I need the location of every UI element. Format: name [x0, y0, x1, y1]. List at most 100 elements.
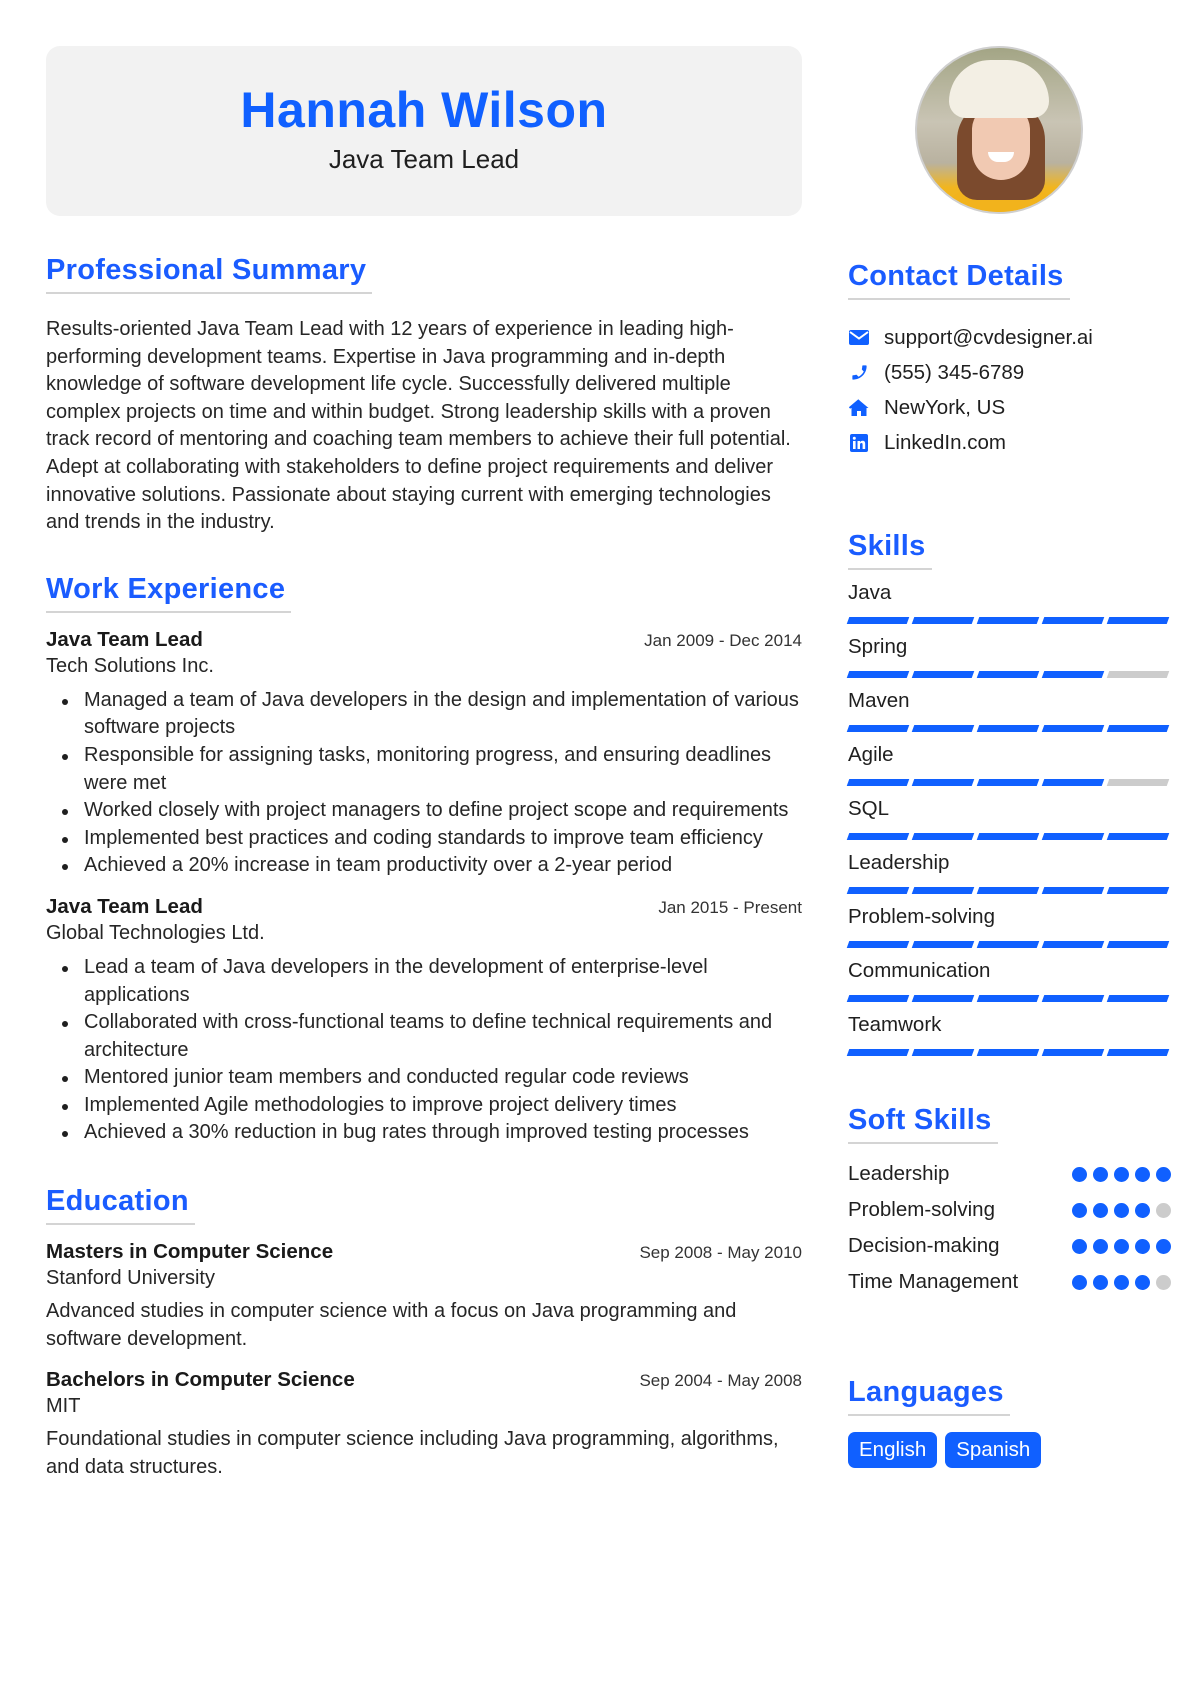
skill-item: Leadership [846, 850, 1172, 894]
skill-segment-filled [976, 779, 1040, 786]
languages-section: Languages English Spanish [848, 1374, 1172, 1468]
soft-skill-name: Decision-making [848, 1234, 1000, 1257]
soft-skill-item: Problem-solving [848, 1192, 1172, 1228]
envelope-icon [848, 328, 870, 348]
soft-skill-rating [1072, 1274, 1171, 1290]
skill-segment-filled [1106, 617, 1170, 624]
skill-segment-filled [846, 779, 910, 786]
sidebar-column: Contact Details support@cvdesigner.ai (5… [846, 46, 1172, 1468]
skill-segment-filled [911, 671, 975, 678]
candidate-title: Java Team Lead [328, 144, 520, 174]
degree: Masters in Computer Science [46, 1240, 334, 1264]
skill-segment-filled [976, 887, 1040, 894]
contact-heading: Contact Details [848, 258, 1070, 300]
skill-name: Communication [848, 959, 991, 982]
job-bullet: Managed a team of Java developers in the… [46, 687, 802, 742]
contact-section: Contact Details support@cvdesigner.ai (5… [848, 258, 1172, 460]
rating-dot-filled [1135, 1202, 1150, 1218]
rating-dot-filled [1093, 1166, 1108, 1182]
summary-heading: Professional Summary [46, 252, 373, 294]
skill-segment-filled [911, 725, 975, 732]
skill-segment-filled [846, 1049, 910, 1056]
linkedin-icon [848, 433, 870, 453]
rating-dot-filled [1072, 1274, 1087, 1290]
education-dates: Sep 2008 - May 2010 [639, 1243, 802, 1263]
contact-location: NewYork, US [848, 390, 1172, 425]
skill-item: Maven [846, 688, 1172, 732]
phone-icon [848, 363, 870, 383]
skill-name: Agile [848, 743, 894, 766]
skill-segment-filled [1041, 671, 1105, 678]
rating-dot-filled [1114, 1238, 1129, 1254]
job-bullet: Worked closely with project managers to … [46, 797, 802, 825]
skill-level-bar [846, 887, 1172, 894]
skill-name: Java [848, 581, 892, 604]
summary-section: Professional Summary Results-oriented Ja… [46, 252, 802, 537]
job-bullet: Collaborated with cross-functional teams… [46, 1009, 802, 1064]
rating-dot-filled [1114, 1202, 1129, 1218]
job-dates: Jan 2009 - Dec 2014 [644, 630, 802, 650]
skill-segment-filled [911, 995, 975, 1002]
soft-skill-item: Decision-making [848, 1228, 1172, 1264]
rating-dot-filled [1114, 1166, 1129, 1182]
rating-dot-empty [1156, 1274, 1171, 1290]
skill-segment-filled [1106, 995, 1170, 1002]
soft-skill-rating [1072, 1166, 1171, 1182]
education-description: Foundational studies in computer science… [46, 1428, 779, 1478]
contact-email[interactable]: support@cvdesigner.ai [848, 320, 1172, 355]
contact-text: NewYork, US [884, 395, 1006, 419]
school: Stanford University [46, 1267, 215, 1290]
skill-name: Teamwork [848, 1013, 942, 1036]
skill-segment-filled [911, 941, 975, 948]
skill-item: Agile [846, 742, 1172, 786]
rating-dot-filled [1093, 1238, 1108, 1254]
skill-level-bar [846, 941, 1172, 948]
languages-heading: Languages [848, 1374, 1010, 1416]
skill-item: Spring [846, 634, 1172, 678]
skill-item: SQL [846, 796, 1172, 840]
education-description: Advanced studies in computer science wit… [46, 1300, 737, 1350]
job-entry: Java Team Lead Jan 2009 - Dec 2014 Tech … [46, 627, 802, 880]
skills-section: Skills Java Spring Maven Agile SQL Leadership… [846, 528, 1172, 1056]
skill-segment-filled [1106, 725, 1170, 732]
soft-skill-item: Leadership [848, 1156, 1172, 1192]
skill-item: Teamwork [846, 1012, 1172, 1056]
skill-level-bar [846, 617, 1172, 624]
rating-dot-filled [1135, 1238, 1150, 1254]
skill-name: SQL [848, 797, 890, 820]
rating-dot-filled [1114, 1274, 1129, 1290]
job-bullets: Managed a team of Java developers in the… [46, 687, 802, 880]
soft-skill-name: Leadership [848, 1162, 950, 1185]
skill-level-bar [846, 1049, 1172, 1056]
skill-level-bar [846, 995, 1172, 1002]
skill-item: Java [846, 580, 1172, 624]
job-company: Global Technologies Ltd. [46, 921, 265, 944]
rating-dot-filled [1093, 1202, 1108, 1218]
contact-phone[interactable]: (555) 345-6789 [848, 355, 1172, 390]
skill-segment-filled [846, 941, 910, 948]
soft-skill-name: Time Management [848, 1270, 1019, 1293]
skill-segment-filled [1041, 1049, 1105, 1056]
skill-segment-filled [976, 725, 1040, 732]
job-title: Java Team Lead [46, 627, 203, 651]
education-heading: Education [46, 1183, 195, 1226]
skill-segment-filled [1041, 995, 1105, 1002]
education-section: Education Masters in Computer Science Se… [46, 1183, 802, 1481]
skill-segment-filled [1106, 1049, 1170, 1056]
job-bullet: Lead a team of Java developers in the de… [46, 954, 802, 1009]
job-dates: Jan 2015 - Present [658, 897, 802, 917]
job-bullet: Achieved a 30% reduction in bug rates th… [46, 1119, 802, 1147]
job-title: Java Team Lead [46, 894, 203, 918]
job-bullet: Mentored junior team members and conduct… [46, 1064, 802, 1092]
skill-segment-filled [846, 617, 910, 624]
skill-segment-filled [1041, 833, 1105, 840]
rating-dot-filled [1072, 1238, 1087, 1254]
skill-segment-filled [846, 887, 910, 894]
rating-dot-filled [1072, 1166, 1087, 1182]
header-card: Hannah Wilson Java Team Lead [46, 46, 802, 216]
contact-linkedin[interactable]: LinkedIn.com [848, 425, 1172, 460]
language-badge: Spanish [945, 1432, 1042, 1468]
home-icon [848, 398, 870, 418]
education-entry: Masters in Computer Science Sep 2008 - M… [46, 1239, 802, 1353]
skill-segment-filled [911, 887, 975, 894]
